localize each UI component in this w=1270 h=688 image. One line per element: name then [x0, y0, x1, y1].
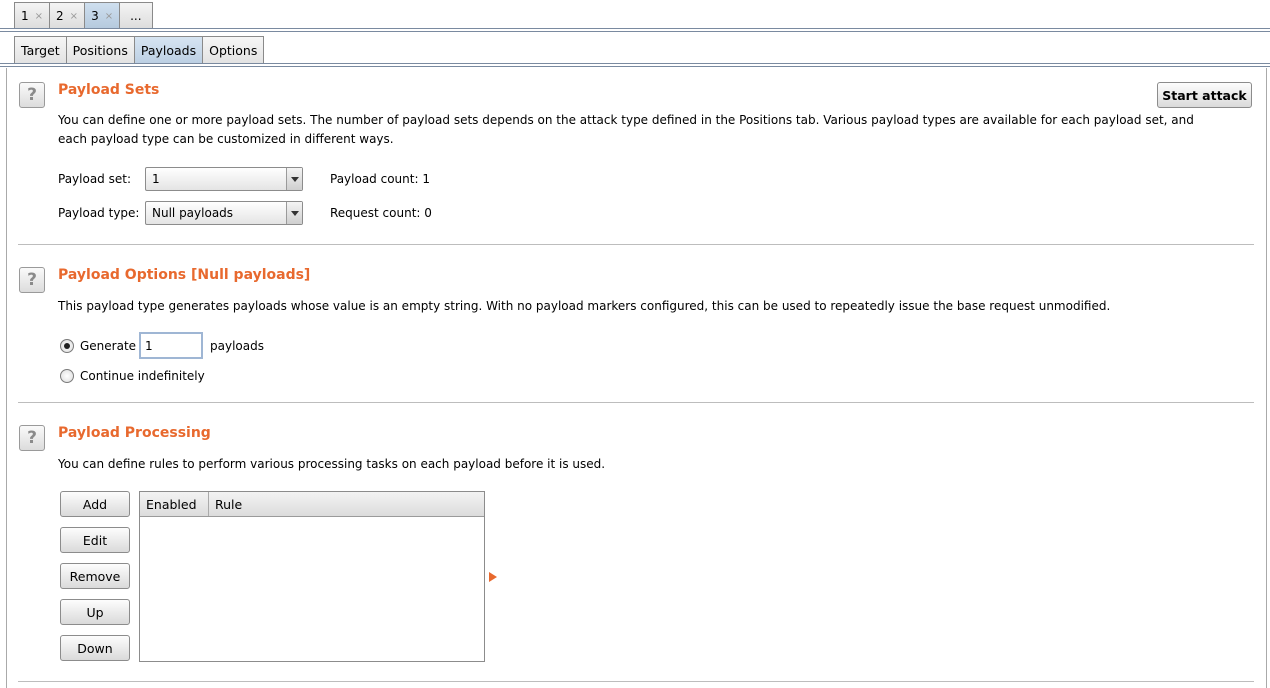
payload-set-value: 1 [152, 172, 160, 186]
description-line: You can define one or more payload sets.… [58, 113, 1194, 127]
help-icon[interactable]: ? [19, 425, 45, 451]
payload-type-value: Null payloads [152, 206, 234, 220]
request-count-label: Request count: 0 [330, 206, 432, 220]
processing-rules-table[interactable]: Enabled Rule [139, 491, 485, 662]
generate-count-input[interactable]: 1 [139, 332, 203, 359]
payloads-suffix-label: payloads [210, 339, 264, 353]
sub-tab-bar: Target Positions Payloads Options [14, 36, 265, 64]
payload-count-label: Payload count: 1 [330, 172, 430, 186]
add-rule-button[interactable]: Add [60, 491, 130, 517]
request-count-text: Request count: [330, 206, 421, 220]
chevron-down-icon[interactable] [286, 168, 302, 190]
payload-count-value: 1 [422, 172, 430, 186]
remove-rule-button[interactable]: Remove [60, 563, 130, 589]
section-divider [18, 402, 1254, 403]
divider [0, 63, 1270, 64]
attack-tab-1[interactable]: 1 × [14, 2, 51, 29]
attack-tab-label: 3 [91, 9, 99, 23]
attack-tab-label: 1 [21, 9, 29, 23]
move-up-button[interactable]: Up [60, 599, 130, 625]
payload-sets-description: You can define one or more payload sets.… [58, 111, 1208, 149]
close-icon[interactable]: × [35, 11, 43, 22]
table-header: Enabled Rule [140, 492, 484, 517]
section-divider [18, 244, 1254, 245]
generate-radio[interactable] [60, 339, 74, 353]
more-tabs-button[interactable]: ... [119, 2, 153, 29]
help-icon[interactable]: ? [19, 267, 45, 293]
column-header-enabled[interactable]: Enabled [140, 492, 209, 516]
request-count-value: 0 [424, 206, 432, 220]
divider [0, 66, 1270, 67]
start-attack-button[interactable]: Start attack [1157, 82, 1252, 108]
payload-type-select[interactable]: Null payloads [145, 201, 303, 225]
tab-target[interactable]: Target [14, 36, 67, 64]
payload-type-label: Payload type: [58, 206, 140, 220]
section-title-payload-sets: Payload Sets [58, 82, 160, 98]
move-down-button[interactable]: Down [60, 635, 130, 661]
help-icon[interactable]: ? [19, 82, 45, 108]
expand-arrow-icon[interactable] [489, 572, 497, 582]
tab-payloads[interactable]: Payloads [133, 36, 204, 64]
close-icon[interactable]: × [105, 11, 113, 22]
section-divider [18, 681, 1254, 682]
edit-rule-button[interactable]: Edit [60, 527, 130, 553]
payload-set-label: Payload set: [58, 172, 131, 186]
tab-options[interactable]: Options [202, 36, 265, 64]
continue-indefinitely-radio[interactable] [60, 369, 74, 383]
payload-options-description: This payload type generates payloads who… [58, 299, 1111, 313]
divider [0, 31, 1270, 32]
close-icon[interactable]: × [70, 11, 78, 22]
payload-count-text: Payload count: [330, 172, 419, 186]
payload-processing-description: You can define rules to perform various … [58, 457, 606, 471]
section-title-payload-processing: Payload Processing [58, 425, 211, 441]
description-line: each payload type can be customized in d… [58, 132, 394, 146]
generate-label: Generate [80, 339, 137, 353]
attack-tab-2[interactable]: 2 × [49, 2, 86, 29]
column-header-rule[interactable]: Rule [209, 492, 484, 516]
attack-tab-3[interactable]: 3 × [84, 2, 121, 29]
divider [0, 28, 1270, 29]
continue-indefinitely-label: Continue indefinitely [80, 369, 205, 383]
attack-tab-label: 2 [56, 9, 64, 23]
attack-tab-bar: 1 × 2 × 3 × ... [14, 2, 153, 29]
section-title-payload-options: Payload Options [Null payloads] [58, 267, 311, 283]
tab-positions[interactable]: Positions [65, 36, 135, 64]
payload-set-select[interactable]: 1 [145, 167, 303, 191]
chevron-down-icon[interactable] [286, 202, 302, 224]
